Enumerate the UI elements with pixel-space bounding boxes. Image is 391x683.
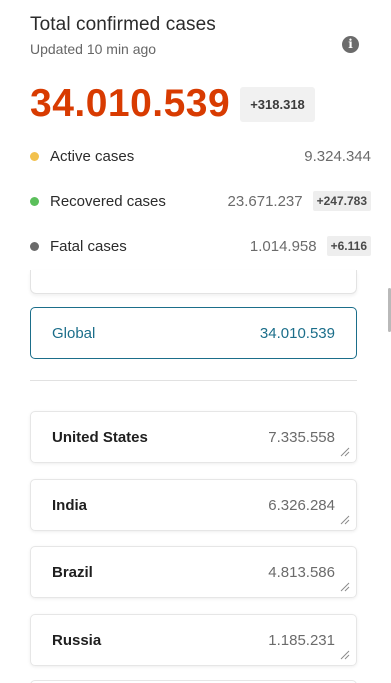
resize-handle-icon[interactable] [340, 650, 350, 660]
covid-tracker-panel: Total confirmed cases Updated 10 min ago… [0, 0, 391, 683]
fatal-dot-icon [30, 241, 39, 251]
stat-row-fatal: Fatal cases 1.014.958 +6.116 [30, 234, 371, 258]
resize-handle-icon[interactable] [340, 447, 350, 457]
total-delta-badge: +318.318 [240, 86, 315, 122]
country-name: India [52, 496, 88, 514]
active-dot-icon [30, 151, 39, 161]
stat-label: Active cases [50, 147, 135, 165]
resize-handle-icon[interactable] [340, 582, 350, 592]
country-card-brazil[interactable]: Brazil 4.813.586 [30, 546, 357, 598]
stat-delta-badge: +247.783 [312, 191, 371, 211]
country-name: United States [52, 428, 148, 446]
info-icon[interactable]: i [342, 36, 359, 53]
stat-label: Fatal cases [50, 237, 127, 255]
region-value: 34.010.539 [259, 324, 335, 342]
stat-row-active: Active cases 9.324.344 [30, 144, 371, 168]
recovered-dot-icon [30, 196, 39, 206]
country-name: Russia [52, 631, 102, 649]
page-title: Total confirmed cases [30, 14, 216, 35]
stat-row-recovered: Recovered cases 23.671.237 +247.783 [30, 189, 371, 213]
header: Total confirmed cases Updated 10 min ago… [30, 14, 371, 57]
stat-value: 9.324.344 [304, 147, 371, 165]
total-cases-number: 34.010.539 [30, 82, 231, 125]
country-value: 6.326.284 [268, 496, 335, 514]
resize-handle-icon[interactable] [340, 515, 350, 525]
stat-value: 23.671.237 [227, 192, 303, 210]
summary-card-edge [30, 270, 357, 294]
global-region-card[interactable]: Global 34.010.539 [30, 307, 357, 359]
country-value: 7.335.558 [268, 428, 335, 446]
country-card-russia[interactable]: Russia 1.185.231 [30, 614, 357, 666]
country-value: 1.185.231 [268, 631, 335, 649]
divider [30, 380, 357, 381]
stat-value: 1.014.958 [249, 237, 317, 255]
country-card-india[interactable]: India 6.326.284 [30, 479, 357, 531]
country-card-united-states[interactable]: United States 7.335.558 [30, 411, 357, 463]
country-value: 4.813.586 [268, 563, 335, 581]
total-summary: 34.010.539 +318.318 [30, 82, 315, 126]
region-name: Global [52, 324, 96, 342]
stat-label: Recovered cases [50, 192, 166, 210]
country-name: Brazil [52, 563, 93, 581]
updated-label: Updated 10 min ago [30, 41, 157, 57]
stat-delta-badge: +6.116 [326, 236, 371, 256]
